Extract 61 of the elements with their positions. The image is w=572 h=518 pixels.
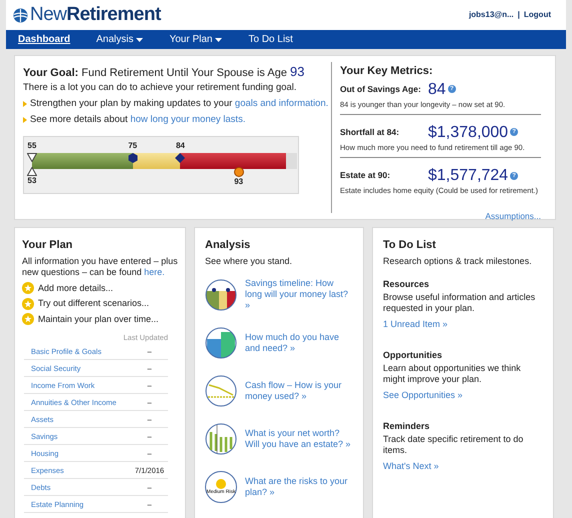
- here-link[interactable]: here.: [144, 266, 165, 276]
- bullet-link[interactable]: how long your money lasts.: [130, 114, 246, 125]
- nav-tab[interactable]: Your Plan: [169, 32, 222, 47]
- analysis-intro: See where you stand.: [205, 254, 294, 268]
- age-label: 84: [176, 141, 185, 151]
- analysis-title: Analysis: [205, 238, 252, 253]
- analysis-link[interactable]: What are the risks to your plan? »: [245, 476, 353, 498]
- star-icon: [22, 282, 34, 294]
- bullet-text: Strengthen your plan by making updates to your goals and information.: [30, 97, 328, 110]
- star-icon: [22, 298, 34, 310]
- nav-tab[interactable]: To Do List: [248, 32, 293, 47]
- section-link[interactable]: What's Next »: [383, 460, 543, 473]
- metric-label: Out of Savings Age:: [340, 82, 422, 96]
- metric-label: Estate at 90:: [340, 169, 392, 182]
- goal-title: Your Goal: Fund Retirement Until Your Spouse is Age 93: [23, 65, 306, 80]
- metric-label: Shortfall at 84:: [340, 126, 400, 139]
- nav-tab[interactable]: Dashboard: [18, 32, 70, 47]
- goal-intro: There is a lot you can do to achieve your retirement funding goal.: [23, 81, 298, 94]
- bar-chart-icon: [205, 423, 237, 455]
- timeline-chart-icon: [205, 278, 237, 310]
- bullet-text: See more details about how long your money lasts.: [30, 113, 246, 126]
- separator-text: |: [518, 9, 520, 21]
- user-email[interactable]: jobs13@n...: [468, 9, 514, 21]
- star-icon: [22, 313, 34, 326]
- analysis-link[interactable]: How much do you have and need? »: [245, 332, 353, 354]
- plan-step-link[interactable]: Maintain your plan over time...: [38, 312, 159, 326]
- age-label: 75: [128, 141, 138, 151]
- section-text: Browse useful information and articles requested in your plan.: [383, 292, 536, 314]
- metric-value: 84: [428, 80, 446, 98]
- plan-step-link[interactable]: Add more details...: [38, 282, 114, 295]
- metric-value: $1,577,724: [428, 166, 508, 185]
- nav-tab[interactable]: Analysis: [96, 32, 144, 47]
- logout-link[interactable]: Logout: [524, 9, 551, 21]
- assumptions-link[interactable]: Assumptions...: [485, 210, 541, 223]
- section-link[interactable]: 1 Unread Item »: [383, 318, 543, 331]
- age-label: 53: [28, 176, 36, 186]
- line-chart-icon: [205, 375, 237, 407]
- plan-title: Your Plan: [22, 238, 74, 253]
- section-title: Reminders: [383, 420, 431, 433]
- metric-value: $1,378,000: [428, 122, 508, 142]
- section-link[interactable]: See Opportunities »: [383, 388, 543, 402]
- globe-logo-icon: [13, 8, 28, 22]
- todo-intro: Research options & track milestones.: [383, 254, 533, 268]
- metrics-title: Your Key Metrics:: [340, 64, 434, 79]
- analysis-link[interactable]: Cash flow – How is your money used? »: [245, 380, 353, 402]
- section-title: Resources: [383, 278, 430, 291]
- bullet-link[interactable]: goals and information.: [234, 98, 328, 109]
- age-label: 55: [28, 141, 36, 151]
- brand-logo[interactable]: NewRetirement: [30, 0, 161, 30]
- bullet-arrow-icon: [23, 116, 27, 122]
- plan-intro: All information you have entered – plus new questions – can be found here.: [22, 256, 178, 278]
- plan-step-link[interactable]: Try out different scenarios...: [38, 297, 150, 310]
- section-title: Opportunities: [383, 349, 443, 362]
- bullet-arrow-icon: [23, 100, 27, 106]
- bar-chart-icon: [205, 327, 237, 359]
- section-text: Learn about opportunities we think might improve your plan.: [383, 362, 522, 384]
- section-text: Track date specific retirement to do items.: [383, 434, 524, 456]
- analysis-link[interactable]: What is your net worth? Will you have an estate? »: [245, 428, 353, 450]
- todo-title: To Do List: [383, 238, 437, 253]
- analysis-link[interactable]: Savings timeline: How long will your money last? »: [245, 278, 353, 311]
- age-label: 93: [234, 177, 244, 187]
